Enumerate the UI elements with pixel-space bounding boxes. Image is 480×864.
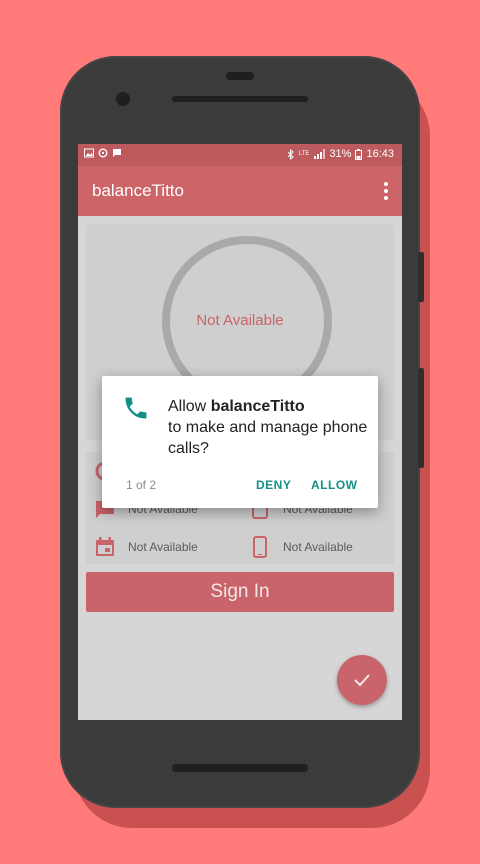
- signal-icon: [314, 149, 326, 159]
- confirm-fab[interactable]: [337, 655, 387, 705]
- deny-button[interactable]: DENY: [256, 478, 291, 492]
- image-icon: [84, 148, 94, 158]
- balance-value: Not Available: [196, 312, 284, 329]
- system-icons: LTE 31% 16:43: [287, 148, 394, 160]
- phone-icon: [125, 397, 147, 419]
- allow-button[interactable]: ALLOW: [311, 478, 358, 492]
- stat-item-phone: Not Available: [249, 536, 353, 558]
- app-bar: balanceTitto: [78, 166, 402, 216]
- more-options-icon[interactable]: [384, 182, 388, 200]
- dialog-body: to make and manage phone calls?: [168, 419, 368, 457]
- sync-icon: [98, 148, 108, 158]
- front-camera: [116, 92, 130, 106]
- top-speaker: [172, 96, 308, 102]
- dialog-message: Allow balanceTitto to make and manage pho…: [168, 396, 368, 459]
- network-type-label: LTE: [298, 150, 310, 157]
- dialog-prefix: Allow: [168, 398, 211, 415]
- stat-value: Not Available: [128, 540, 198, 554]
- sign-in-button[interactable]: Sign In: [86, 572, 394, 612]
- calendar-icon: [96, 537, 114, 556]
- notification-icons: [84, 148, 122, 158]
- app-title: balanceTitto: [92, 181, 184, 200]
- battery-icon: [355, 148, 363, 160]
- permission-dialog: Allow balanceTitto to make and manage pho…: [102, 376, 378, 508]
- dialog-counter: 1 of 2: [126, 478, 157, 492]
- volume-button: [418, 368, 424, 468]
- stat-value: Not Available: [283, 540, 353, 554]
- bottom-speaker: [172, 764, 308, 772]
- check-icon: [354, 674, 370, 687]
- message-icon: [113, 149, 121, 157]
- clock: 16:43: [366, 148, 394, 160]
- stat-item-calendar: Not Available: [94, 536, 198, 558]
- screen: LTE 31% 16:43 balanceTitto Not Available…: [78, 144, 402, 720]
- earpiece: [226, 72, 254, 80]
- battery-percent: 31%: [329, 148, 352, 160]
- bluetooth-icon: [287, 148, 294, 160]
- smartphone-icon: [253, 536, 267, 558]
- power-button: [418, 252, 424, 302]
- status-bar: LTE 31% 16:43: [78, 144, 402, 166]
- dialog-app-name: balanceTitto: [210, 398, 305, 415]
